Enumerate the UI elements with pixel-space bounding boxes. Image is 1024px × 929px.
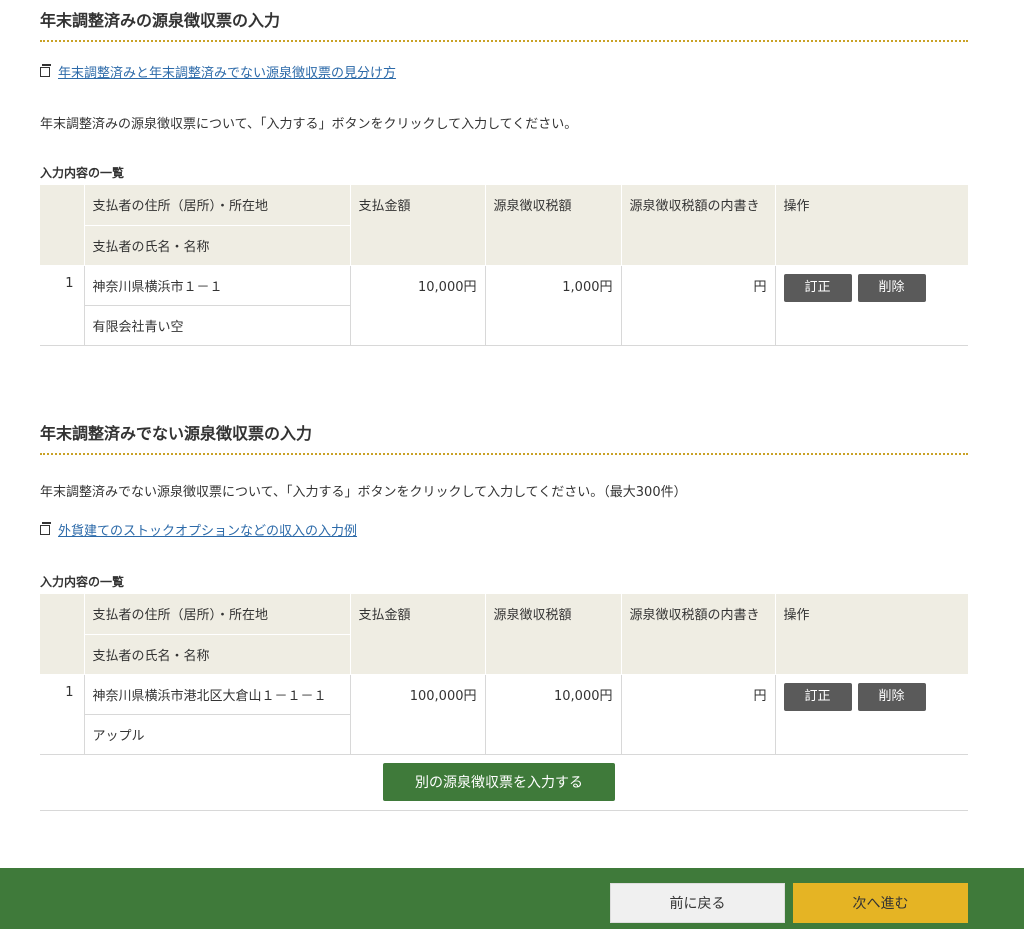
section-description: 年末調整済みでない源泉徴収票について、「入力する」ボタンをクリックして入力してく… (40, 485, 687, 500)
window-icon (40, 521, 51, 535)
header-tax: 源泉徴収税額 (484, 594, 621, 675)
header-amount: 支払金額 (349, 594, 485, 675)
header-name: 支払者の氏名・名称 (83, 633, 350, 675)
help-link-row: 外貨建てのストックオプションなどの収入の入力例 (40, 520, 968, 539)
header-amount: 支払金額 (349, 185, 485, 266)
row-operations: 訂正 削除 (774, 674, 968, 755)
delete-button[interactable]: 削除 (857, 273, 926, 302)
help-link-row: 年末調整済みと年末調整済みでない源泉徴収票の見分け方 (40, 62, 968, 81)
help-link-distinguish[interactable]: 年末調整済みと年末調整済みでない源泉徴収票の見分け方 (58, 62, 396, 81)
row-inner: 円 (620, 265, 775, 346)
entries-table: 支払者の住所（居所）・所在地 支払金額 源泉徴収税額 源泉徴収税額の内書き 操作… (40, 594, 968, 755)
section-adjusted: 年末調整済みの源泉徴収票の入力 年末調整済みと年末調整済みでない源泉徴収票の見分… (40, 0, 968, 346)
row-number: 1 (40, 674, 84, 755)
row-amount: 10,000円 (349, 265, 485, 346)
section-title: 年末調整済みでない源泉徴収票の入力 (40, 413, 968, 455)
row-inner: 円 (620, 674, 775, 755)
row-operations: 訂正 削除 (774, 265, 968, 346)
header-ops: 操作 (774, 185, 968, 266)
table-row: 1 神奈川県横浜市１－１ 10,000円 1,000円 円 訂正 削除 (40, 265, 968, 346)
row-payer-name: 有限会社青い空 (83, 304, 350, 346)
add-row: 別の源泉徴収票を入力する (40, 755, 968, 811)
edit-button[interactable]: 訂正 (783, 682, 852, 711)
row-amount: 100,000円 (349, 674, 485, 755)
header-inner: 源泉徴収税額の内書き (620, 594, 775, 675)
edit-button[interactable]: 訂正 (783, 273, 852, 302)
table-header-row: 支払者の住所（居所）・所在地 支払金額 源泉徴収税額 源泉徴収税額の内書き 操作 (40, 185, 968, 266)
help-link-stock-option[interactable]: 外貨建てのストックオプションなどの収入の入力例 (58, 520, 357, 539)
back-button[interactable]: 前に戻る (610, 883, 785, 923)
header-inner: 源泉徴収税額の内書き (620, 185, 775, 266)
window-icon (40, 63, 51, 77)
row-payer-name: アップル (83, 713, 350, 755)
entries-table: 支払者の住所（居所）・所在地 支払金額 源泉徴収税額 源泉徴収税額の内書き 操作… (40, 185, 968, 346)
header-address: 支払者の住所（居所）・所在地 (83, 185, 350, 226)
next-button[interactable]: 次へ進む (793, 883, 968, 923)
row-address: 神奈川県横浜市港北区大倉山１－１－１ (83, 674, 350, 715)
delete-button[interactable]: 削除 (857, 682, 926, 711)
add-slip-button[interactable]: 別の源泉徴収票を入力する (383, 762, 615, 801)
table-row: 1 神奈川県横浜市港北区大倉山１－１－１ 100,000円 10,000円 円 … (40, 674, 968, 755)
row-tax: 1,000円 (484, 265, 621, 346)
section-description: 年末調整済みの源泉徴収票について、「入力する」ボタンをクリックして入力してくださ… (40, 117, 578, 132)
footer-bar: 前に戻る 次へ進む (0, 868, 1024, 929)
header-ops: 操作 (774, 594, 968, 675)
header-address: 支払者の住所（居所）・所在地 (83, 594, 350, 635)
header-name: 支払者の氏名・名称 (83, 224, 350, 266)
table-header-row: 支払者の住所（居所）・所在地 支払金額 源泉徴収税額 源泉徴収税額の内書き 操作 (40, 594, 968, 675)
section-title: 年末調整済みの源泉徴収票の入力 (40, 0, 968, 42)
row-address: 神奈川県横浜市１－１ (83, 265, 350, 306)
list-caption: 入力内容の一覧 (40, 575, 125, 589)
section-not-adjusted: 年末調整済みでない源泉徴収票の入力 年末調整済みでない源泉徴収票について、「入力… (40, 413, 968, 811)
header-no (40, 185, 84, 266)
header-no (40, 594, 84, 675)
row-tax: 10,000円 (484, 674, 621, 755)
header-tax: 源泉徴収税額 (484, 185, 621, 266)
row-number: 1 (40, 265, 84, 346)
list-caption: 入力内容の一覧 (40, 166, 125, 180)
